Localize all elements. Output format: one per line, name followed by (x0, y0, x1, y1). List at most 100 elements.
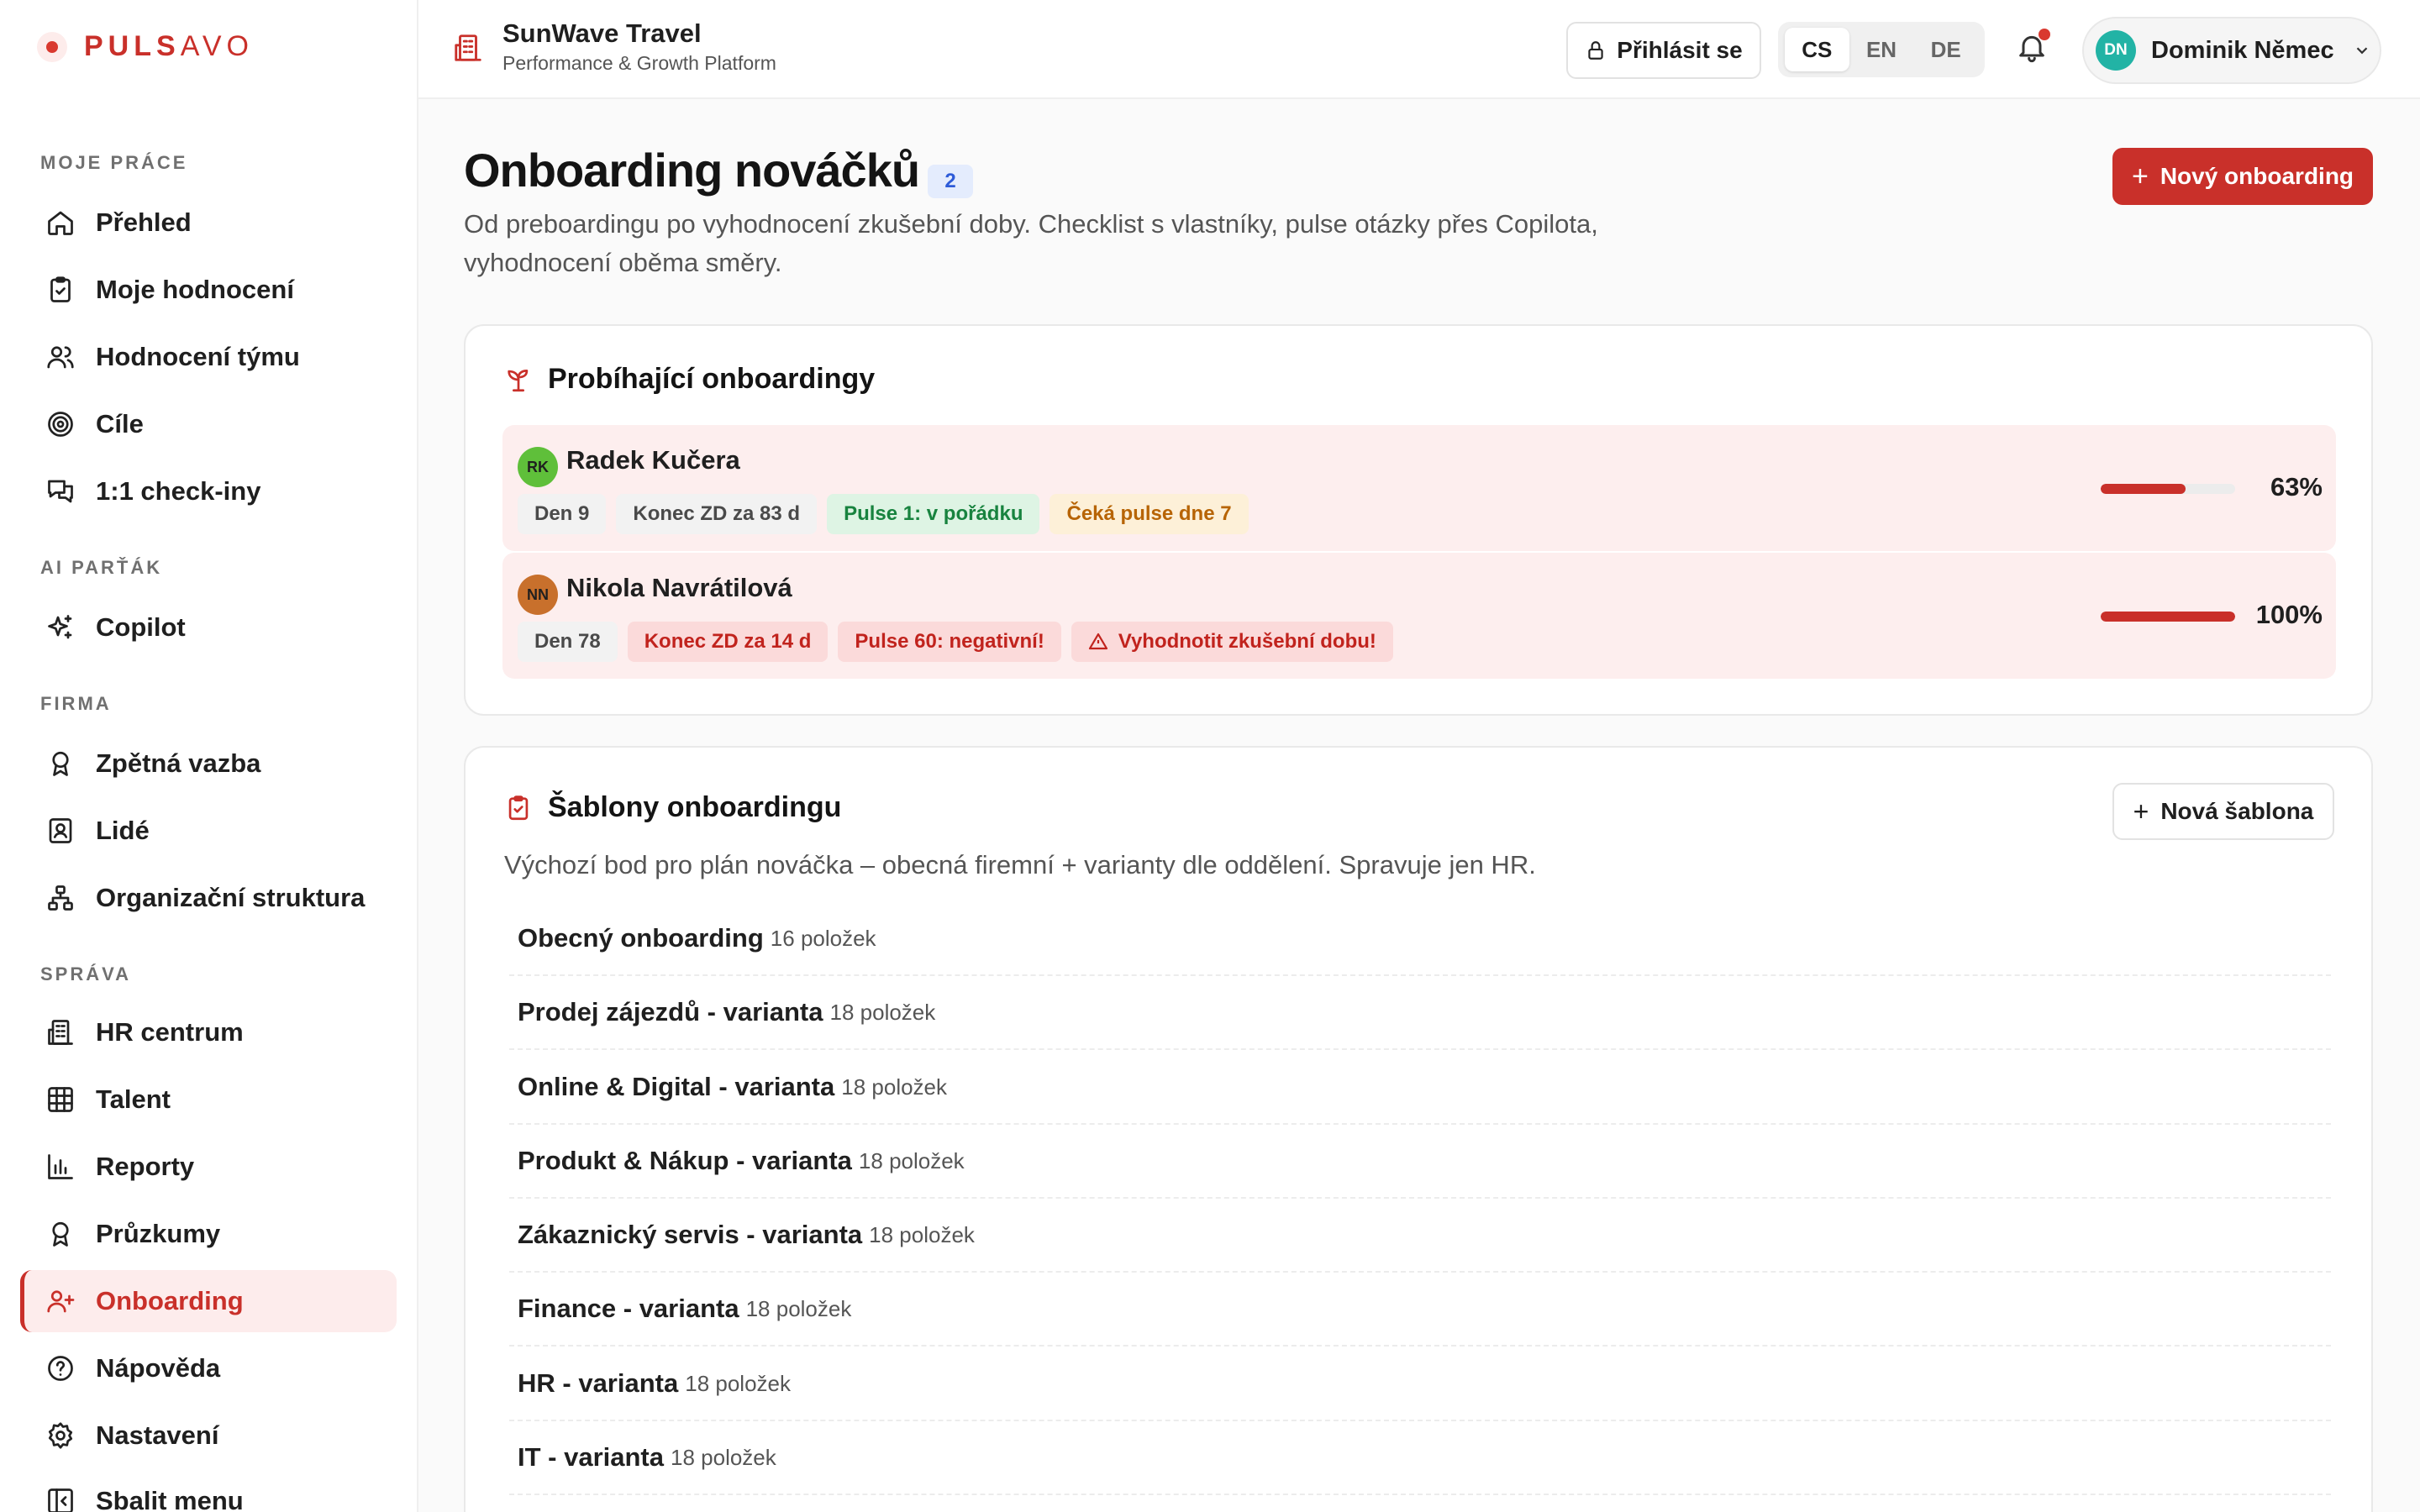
org-chart-icon (44, 881, 77, 915)
new-onboarding-button[interactable]: + Nový onboarding (2112, 148, 2373, 205)
sidebar-item-checkins[interactable]: 1:1 check-iny (20, 460, 397, 522)
sidebar-item-onboarding[interactable]: Onboarding (20, 1270, 397, 1332)
organization-info: SunWave Travel Performance & Growth Plat… (452, 17, 776, 76)
organization-subtitle: Performance & Growth Platform (502, 52, 776, 74)
day-badge: Den 9 (518, 494, 607, 534)
pulse-pending-badge: Čeká pulse dne 7 (1050, 494, 1249, 534)
ongoing-onboardings-card: Probíhající onboardingy RK Radek Kučera … (464, 324, 2373, 716)
sidebar-item-label: Moje hodnocení (96, 275, 294, 304)
sidebar-item-my-reviews[interactable]: Moje hodnocení (20, 259, 397, 321)
grid-icon (44, 1083, 77, 1116)
award-icon (44, 1217, 77, 1251)
page-description: Od preboardingu po vyhodnocení zkušební … (464, 209, 1598, 277)
sidebar: PULSAVO MOJE PRÁCE Přehled Moje hodnocen… (0, 0, 418, 1512)
sidebar-item-org-structure[interactable]: Organizační struktura (20, 867, 397, 929)
list-item[interactable]: HR - varianta 18 položek (509, 1347, 2331, 1421)
evaluate-probation-badge[interactable]: Vyhodnotit zkušební dobu! (1071, 622, 1393, 662)
chevron-down-icon (2356, 47, 2367, 55)
notification-dot (2039, 29, 2050, 40)
sidebar-item-copilot[interactable]: Copilot (20, 596, 397, 659)
template-count: 18 položek (685, 1370, 791, 1396)
sidebar-item-label: Reporty (96, 1152, 195, 1181)
user-menu[interactable]: DN Dominik Němec (2082, 17, 2381, 84)
onboarding-row[interactable]: NN Nikola Navrátilová Den 78 Konec ZD za… (502, 553, 2336, 679)
language-option-cs[interactable]: CS (1785, 28, 1849, 71)
user-plus-icon (44, 1284, 77, 1318)
new-template-button[interactable]: + Nová šablona (2112, 783, 2334, 840)
sidebar-item-label: Copilot (96, 612, 186, 642)
target-icon (44, 407, 77, 441)
page-title: Onboarding nováčků (464, 144, 920, 197)
status-chips: Den 9 Konec ZD za 83 d Pulse 1: v pořádk… (518, 494, 1249, 534)
section-label-ai: AI PARŤÁK (40, 557, 163, 578)
logo-mark-icon (37, 31, 67, 62)
sidebar-item-people[interactable]: Lidé (20, 800, 397, 862)
list-item[interactable]: Obecný onboarding 16 položek (509, 902, 2331, 976)
list-item[interactable]: IT - varianta 18 položek (509, 1421, 2331, 1495)
logo-text-light: AVO (180, 30, 254, 62)
onboarding-templates-card: Šablony onboardingu + Nová šablona Výcho… (464, 746, 2373, 1512)
list-item[interactable]: Produkt & Nákup - varianta 18 položek (509, 1125, 2331, 1199)
progress-percent: 63% (2270, 472, 2323, 501)
avatar: NN (518, 575, 558, 615)
avatar: DN (2096, 30, 2136, 71)
badge-label: Vyhodnotit zkušební dobu! (1118, 630, 1376, 653)
onboarding-row[interactable]: RK Radek Kučera Den 9 Konec ZD za 83 d P… (502, 425, 2336, 551)
sidebar-item-reports[interactable]: Reporty (20, 1136, 397, 1198)
clipboard-check-icon (44, 273, 77, 307)
pulse-status-badge: Pulse 1: v pořádku (827, 494, 1040, 534)
contact-icon (44, 814, 77, 848)
list-item[interactable]: Online & Digital - varianta 18 položek (509, 1051, 2331, 1125)
sidebar-item-label: Onboarding (96, 1286, 244, 1315)
template-count: 16 položek (770, 925, 876, 951)
probation-end-badge: Konec ZD za 14 d (627, 622, 829, 662)
sidebar-item-collapse[interactable]: Sbalit menu (20, 1470, 397, 1512)
sidebar-item-label: Hodnocení týmu (96, 342, 300, 371)
sidebar-item-settings[interactable]: Nastavení (20, 1404, 397, 1467)
language-option-en[interactable]: EN (1849, 28, 1914, 71)
sidebar-item-feedback[interactable]: Zpětná vazba (20, 732, 397, 795)
language-option-de[interactable]: DE (1913, 28, 1978, 71)
sidebar-item-label: Sbalit menu (96, 1486, 244, 1512)
employee-name: Nikola Navrátilová (566, 573, 792, 602)
list-item[interactable]: Finance - varianta 18 položek (509, 1273, 2331, 1347)
avatar: RK (518, 447, 558, 487)
sidebar-item-hr-center[interactable]: HR centrum (20, 1001, 397, 1063)
sprout-icon (508, 369, 529, 391)
building-icon (44, 1016, 77, 1049)
sidebar-item-surveys[interactable]: Průzkumy (20, 1203, 397, 1265)
template-count: 18 položek (858, 1147, 965, 1173)
chat-icon (44, 475, 77, 508)
bar-chart-icon (44, 1150, 77, 1184)
template-count: 18 položek (869, 1221, 975, 1247)
progress-fill (2101, 612, 2235, 622)
notifications-button[interactable] (2015, 29, 2052, 67)
sidebar-item-overview[interactable]: Přehled (20, 192, 397, 254)
template-name: Finance - varianta (518, 1294, 739, 1323)
templates-description: Výchozí bod pro plán nováčka – obecná fi… (504, 850, 1536, 879)
sidebar-item-team-reviews[interactable]: Hodnocení týmu (20, 326, 397, 388)
card-title-text: Probíhající onboardingy (548, 363, 876, 395)
list-item[interactable]: Zákaznický servis - varianta 18 položek (509, 1199, 2331, 1273)
login-label: Přihlásit se (1617, 37, 1743, 63)
sidebar-item-talent[interactable]: Talent (20, 1068, 397, 1131)
topbar: SunWave Travel Performance & Growth Plat… (418, 0, 2420, 99)
template-name: Prodej zájezdů - varianta (518, 997, 823, 1026)
new-template-label: Nová šablona (2160, 798, 2314, 824)
count-badge: 2 (928, 165, 973, 198)
home-icon (44, 206, 77, 239)
lock-icon (1588, 41, 1603, 60)
day-badge: Den 78 (518, 622, 618, 662)
sidebar-item-label: Talent (96, 1084, 171, 1114)
app-logo[interactable]: PULSAVO (37, 30, 254, 63)
sidebar-item-label: Průzkumy (96, 1219, 221, 1248)
user-name: Dominik Němec (2151, 36, 2334, 64)
login-button[interactable]: Přihlásit se (1566, 22, 1761, 79)
list-item[interactable]: Prodej zájezdů - varianta 18 položek (509, 976, 2331, 1050)
card-title-text: Šablony onboardingu (548, 791, 842, 823)
template-name: Online & Digital - varianta (518, 1072, 835, 1101)
plus-icon: + (2133, 795, 2149, 827)
sidebar-item-goals[interactable]: Cíle (20, 393, 397, 455)
sidebar-item-label: Lidé (96, 816, 150, 845)
sidebar-item-help[interactable]: Nápověda (20, 1337, 397, 1399)
